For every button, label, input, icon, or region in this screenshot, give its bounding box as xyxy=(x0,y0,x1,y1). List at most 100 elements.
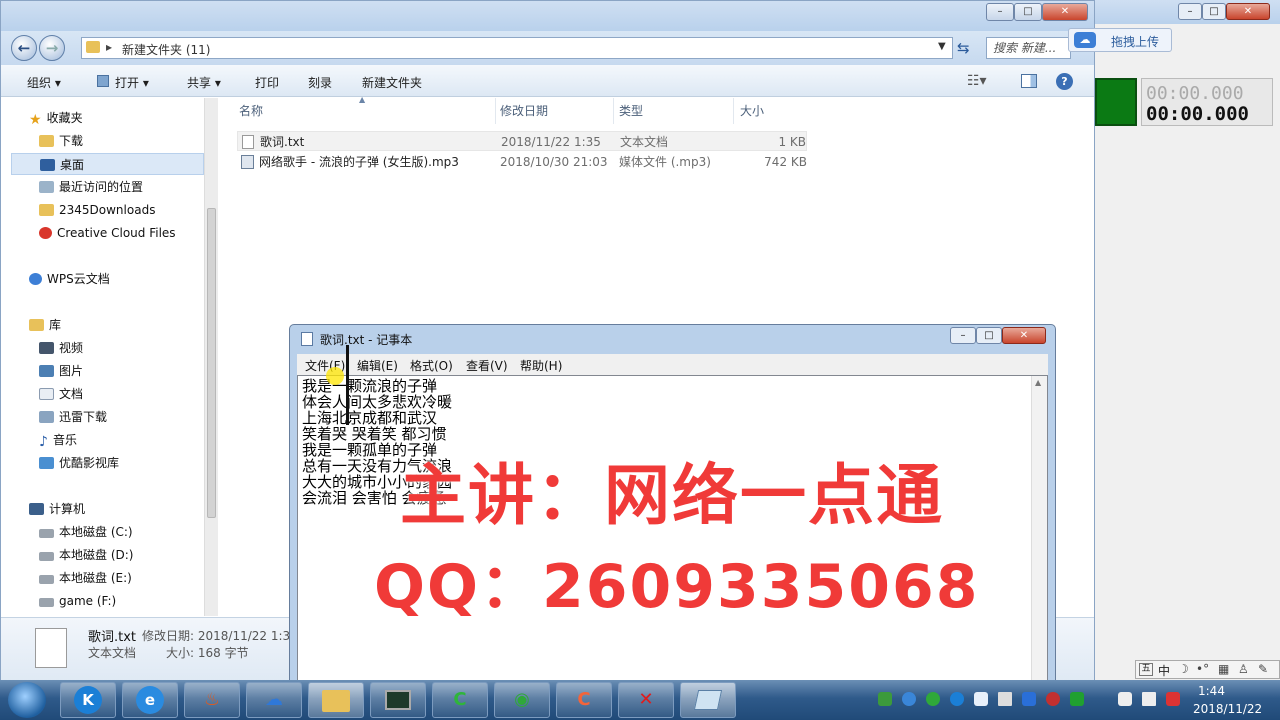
share-button[interactable]: 共享 ▾ xyxy=(187,74,221,91)
clock-date[interactable]: 2018/11/22 xyxy=(1193,702,1262,716)
search-input[interactable]: 搜索 新建... xyxy=(986,37,1071,59)
file-date: 2018/10/30 21:03 xyxy=(500,155,608,169)
taskbar-notepad-icon[interactable] xyxy=(680,682,736,718)
close-button[interactable]: ✕ xyxy=(1002,327,1046,344)
maximize-button[interactable]: □ xyxy=(1014,3,1042,21)
maximize-button[interactable]: □ xyxy=(976,327,1002,344)
favorites-header[interactable]: ★ 收藏夹 xyxy=(29,107,83,129)
menu-format[interactable]: 格式(O) xyxy=(410,357,453,374)
minimize-button[interactable]: – xyxy=(950,327,976,344)
organize-button[interactable]: 组织 ▾ xyxy=(27,74,61,91)
action-center-icon[interactable] xyxy=(1166,692,1180,706)
address-bar[interactable]: ▸ 新建文件夹 (11) ▼ xyxy=(81,37,953,59)
taskbar-browser-icon[interactable]: ◉ xyxy=(494,682,550,718)
scrollbar-thumb[interactable] xyxy=(207,208,216,518)
sidebar-item-videos[interactable]: 视频 xyxy=(39,337,83,359)
sidebar-item-pictures[interactable]: 图片 xyxy=(39,360,83,382)
tray-icon[interactable] xyxy=(878,692,892,706)
help-icon[interactable]: ? xyxy=(1056,73,1073,90)
sidebar-item-youku[interactable]: 优酷影视库 xyxy=(39,452,119,474)
taskbar-camtasia-icon[interactable]: C xyxy=(432,682,488,718)
chevron-down-icon[interactable]: ▼ xyxy=(938,41,946,52)
scroll-up-icon[interactable]: ▲ xyxy=(1035,378,1041,387)
tray-record-icon[interactable] xyxy=(1046,692,1060,706)
clock-time[interactable]: 1:44 xyxy=(1198,684,1225,698)
start-button-icon[interactable] xyxy=(8,682,46,718)
taskbar-ie-icon[interactable]: e xyxy=(122,682,178,718)
network-icon[interactable] xyxy=(1118,692,1132,706)
maximize-button[interactable]: □ xyxy=(1202,3,1226,20)
open-button[interactable]: 打开 ▾ xyxy=(115,74,149,91)
menu-help[interactable]: 帮助(H) xyxy=(520,357,562,374)
menu-view[interactable]: 查看(V) xyxy=(466,357,508,374)
minimize-button[interactable]: – xyxy=(986,3,1014,21)
ime-punctuation-icon[interactable]: •° xyxy=(1196,662,1209,676)
column-header-type[interactable]: 类型 xyxy=(619,102,643,119)
taskbar-editor-icon[interactable]: C xyxy=(556,682,612,718)
preview-pane-icon[interactable] xyxy=(1021,74,1037,88)
sidebar-item-creative-cloud[interactable]: Creative Cloud Files xyxy=(39,222,176,244)
minimize-button[interactable]: – xyxy=(1178,3,1202,20)
ime-moon-icon[interactable]: ☽ xyxy=(1178,662,1189,676)
menu-edit[interactable]: 编辑(E) xyxy=(357,357,398,374)
taskbar-explorer-icon[interactable] xyxy=(308,682,364,718)
sidebar-item-desktop[interactable]: 桌面 xyxy=(11,153,204,175)
file-row[interactable]: 歌词.txt 2018/11/22 1:35 文本文档 1 KB xyxy=(237,131,807,151)
tray-security-icon[interactable] xyxy=(926,692,940,706)
sidebar-item-xunlei[interactable]: 迅雷下载 xyxy=(39,406,107,428)
forward-arrow-icon[interactable]: → xyxy=(39,35,65,61)
column-header-size[interactable]: 大小 xyxy=(740,102,764,119)
new-folder-button[interactable]: 新建文件夹 xyxy=(362,74,422,91)
sidebar-item-documents[interactable]: 文档 xyxy=(39,383,83,405)
ime-language[interactable]: 中 xyxy=(1158,662,1170,679)
sidebar-scrollbar[interactable] xyxy=(204,98,218,616)
burn-button[interactable]: 刻录 xyxy=(308,74,332,91)
tray-app-icon[interactable] xyxy=(1070,692,1084,706)
view-options-icon[interactable]: ☷▾ xyxy=(967,73,987,89)
sidebar-item-downloads[interactable]: 下载 xyxy=(39,130,83,152)
print-button[interactable]: 打印 xyxy=(255,74,279,91)
sidebar-item-drive-f[interactable]: game (F:) xyxy=(39,590,116,612)
notepad-scrollbar[interactable]: ▲ xyxy=(1031,376,1047,684)
tray-cloud-icon[interactable] xyxy=(974,692,988,706)
sidebar-item-recent[interactable]: 最近访问的位置 xyxy=(39,176,143,198)
tray-signal-icon[interactable] xyxy=(998,692,1012,706)
sidebar-item-drive-c[interactable]: 本地磁盘 (C:) xyxy=(39,521,133,543)
taskbar-x-tool-icon[interactable]: ✕ xyxy=(618,682,674,718)
text-file-icon xyxy=(242,135,254,149)
sidebar-item-music[interactable]: ♪ 音乐 xyxy=(39,429,77,451)
column-header-date[interactable]: 修改日期 xyxy=(500,102,548,119)
drive-icon xyxy=(39,575,54,584)
refresh-icon[interactable]: ⇆ xyxy=(957,39,970,57)
download-library-icon xyxy=(39,411,54,423)
document-icon xyxy=(39,388,54,400)
sidebar-item-drive-d[interactable]: 本地磁盘 (D:) xyxy=(39,544,133,566)
close-button[interactable]: ✕ xyxy=(1226,3,1270,20)
taskbar-kugou-icon[interactable]: K xyxy=(60,682,116,718)
bluetooth-icon[interactable] xyxy=(1022,692,1036,706)
close-button[interactable]: ✕ xyxy=(1042,3,1088,21)
file-row[interactable]: 网络歌手 - 流浪的子弹 (女生版).mp3 2018/10/30 21:03 … xyxy=(237,152,807,172)
computer-header[interactable]: 计算机 xyxy=(29,498,85,520)
column-header-name[interactable]: 名称 xyxy=(239,102,263,119)
text-cursor-icon xyxy=(346,345,349,425)
volume-icon[interactable] xyxy=(1142,692,1156,706)
breadcrumb-current-folder[interactable]: 新建文件夹 (11) xyxy=(122,41,210,58)
details-filename: 歌词.txt xyxy=(88,630,137,645)
taskbar-recorder-icon[interactable]: ♨ xyxy=(184,682,240,718)
ime-user-icon[interactable]: ♙ xyxy=(1238,662,1249,676)
tray-browser-icon[interactable] xyxy=(902,692,916,706)
taskbar-monitor-icon[interactable] xyxy=(370,682,426,718)
sidebar-item-wps[interactable]: WPS云文档 xyxy=(29,268,110,290)
ime-settings-icon[interactable]: ✎ xyxy=(1258,662,1268,676)
sidebar-item-drive-e[interactable]: 本地磁盘 (E:) xyxy=(39,567,132,589)
ime-toolbar[interactable]: 五 中 ☽ •° ▦ ♙ ✎ xyxy=(1135,660,1280,679)
sidebar-item-2345downloads[interactable]: 2345Downloads xyxy=(39,199,155,221)
taskbar-baidu-cloud-icon[interactable]: ☁ xyxy=(246,682,302,718)
ime-keyboard-icon[interactable]: ▦ xyxy=(1218,662,1229,676)
libraries-header[interactable]: 库 xyxy=(29,314,61,336)
drive-icon xyxy=(39,552,54,561)
back-arrow-icon[interactable]: ← xyxy=(11,35,37,61)
drag-upload-button[interactable]: ☁ 拖拽上传 xyxy=(1068,28,1172,52)
tray-kugou-icon[interactable] xyxy=(950,692,964,706)
